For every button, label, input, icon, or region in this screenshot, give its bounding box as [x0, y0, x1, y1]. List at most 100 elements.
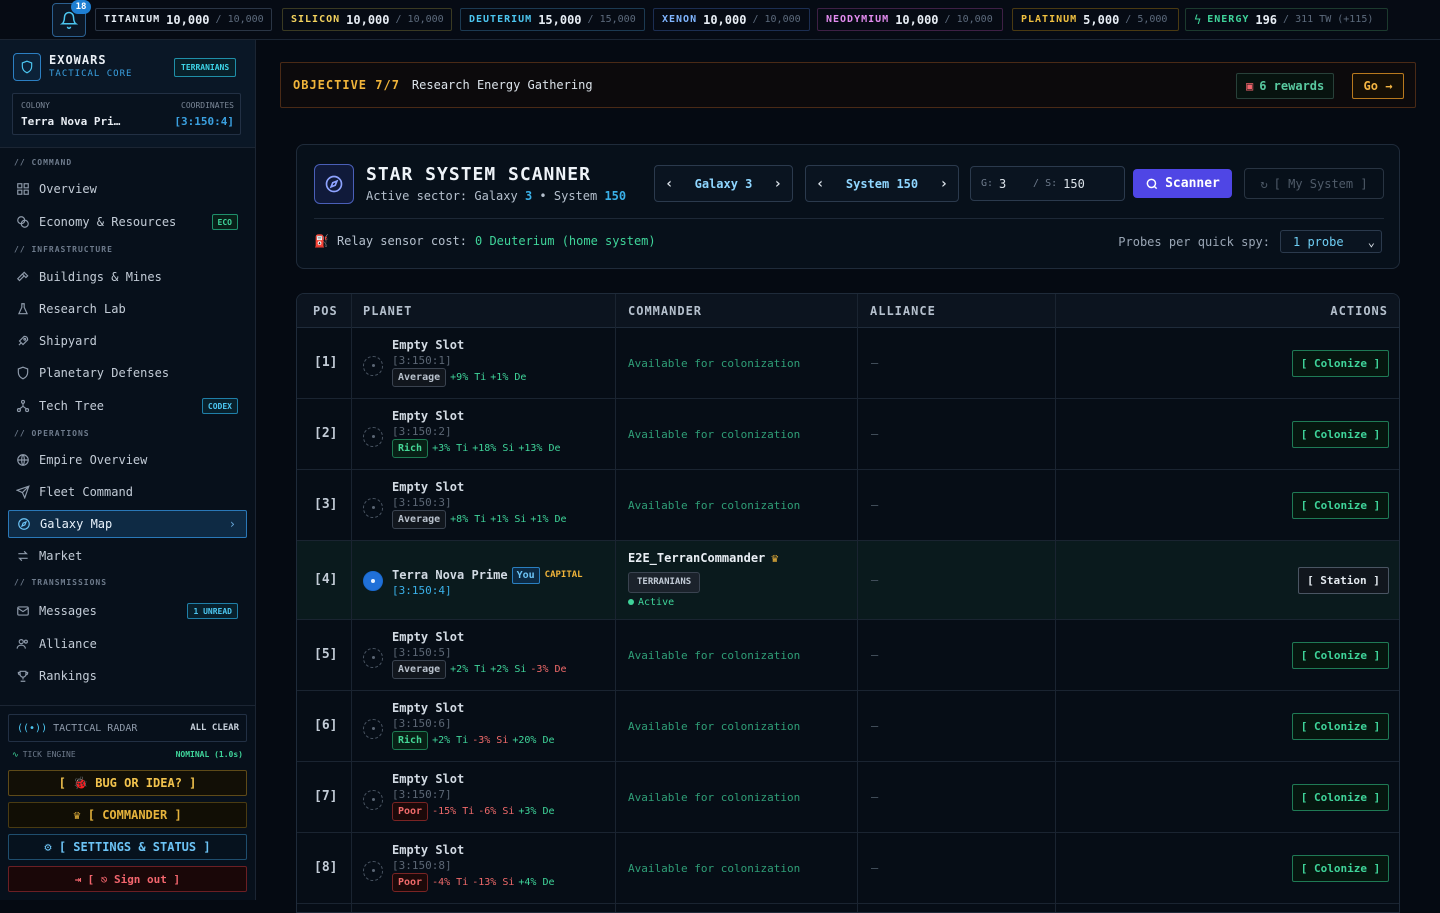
bonus-value: +3% De [518, 805, 555, 817]
unread-badge: 1 UNREAD [187, 603, 238, 619]
availability-text: Available for colonization [628, 719, 801, 733]
planet-coordinates: [3:150:7] [392, 787, 452, 801]
colonize-button[interactable]: [ Colonize ] [1292, 349, 1389, 377]
objective-label: OBJECTIVE 7/7 [293, 78, 400, 92]
my-system-button[interactable]: ↻ [ My System ] [1244, 168, 1384, 199]
fuel-icon: ⛽ [314, 234, 329, 248]
nav-defenses[interactable]: Planetary Defenses [8, 359, 247, 387]
resource-deuterium: DEUTERIUM 15,000 / 15,000 [460, 8, 645, 31]
planet-name: Empty Slot [392, 337, 465, 352]
nav-economy[interactable]: Economy & Resources ECO [8, 208, 247, 236]
resource-value: 10,000 [346, 12, 390, 27]
nav-techtree[interactable]: Tech Tree CODEX [8, 392, 247, 420]
subtitle-galaxy: 3 [524, 189, 533, 203]
quality-badge: Poor [392, 801, 429, 821]
nav-research[interactable]: Research Lab [8, 295, 247, 323]
nav-market[interactable]: Market [8, 542, 247, 570]
nav-shipyard[interactable]: Shipyard [8, 327, 247, 355]
col-commander: COMMANDER [628, 304, 703, 318]
nav-buildings[interactable]: Buildings & Mines [8, 263, 247, 291]
resource-titanium: TITANIUM 10,000 / 10,000 [95, 8, 272, 31]
rewards-button[interactable]: ▣ 6 rewards [1236, 73, 1335, 99]
planet-icon[interactable] [363, 570, 383, 591]
colonize-button[interactable]: [ Colonize ] [1292, 641, 1389, 669]
resource-energy: ϟ ENERGY 196 / 311 TW (+115) [1185, 8, 1388, 31]
system-table: POS PLANET COMMANDER ALLIANCE ACTIONS [1… [296, 293, 1400, 913]
bonus-value: +4% De [518, 876, 555, 888]
nav-fleet[interactable]: Fleet Command [8, 478, 247, 506]
nav-label: Galaxy Map [40, 517, 113, 531]
commander-name[interactable]: E2E_TerranCommander [628, 551, 765, 565]
tick-label: TICK ENGINE [22, 750, 76, 759]
gift-icon: ▣ [1246, 79, 1254, 93]
scanner-button[interactable]: Scanner [1133, 169, 1232, 198]
chevron-right-icon: › [228, 517, 236, 531]
colonize-button[interactable]: [ Colonize ] [1292, 712, 1389, 740]
network-icon [16, 399, 30, 413]
coordinate-input: G: 3 / S: 150 [970, 166, 1125, 201]
colonize-button[interactable]: [ Colonize ] [1292, 491, 1389, 519]
availability-text: Available for colonization [628, 861, 801, 875]
signout-label: [ ⎋ Sign out ] [87, 872, 181, 886]
alliance-empty: — [871, 426, 879, 441]
resource-value: 196 [1255, 12, 1278, 27]
bug-report-button[interactable]: [ 🐞 BUG OR IDEA? ] [8, 770, 247, 796]
probes-select[interactable]: 1 probe ⌄ [1280, 230, 1382, 253]
bonus-value: +8% Ti [450, 513, 487, 525]
notifications-button[interactable]: 18 [52, 0, 91, 37]
you-badge: You [511, 566, 540, 584]
resource-capacity: / 311 TW (+115) [1283, 14, 1374, 25]
resource-platinum: PLATINUM 5,000 / 5,000 [1012, 8, 1179, 31]
colony-name: Terra Nova Pri… [21, 115, 121, 128]
commander-faction-badge: TERRANIANS [628, 571, 701, 593]
colonize-button[interactable]: [ Colonize ] [1292, 783, 1389, 811]
nav-empire[interactable]: Empire Overview [8, 446, 247, 474]
bonus-value: +18% Si [472, 442, 515, 454]
radar-icon: ((•)) [17, 722, 48, 734]
chevron-left-icon[interactable]: ‹ [816, 176, 824, 192]
alliance-empty: — [871, 789, 879, 804]
nav-label: Buildings & Mines [39, 270, 162, 284]
planet-coordinates[interactable]: [3:150:4] [392, 584, 452, 597]
section-transmissions: // TRANSMISSIONS [14, 578, 108, 587]
planet-name[interactable]: Terra Nova Prime [392, 568, 508, 582]
colonize-button[interactable]: [ Colonize ] [1292, 854, 1389, 882]
column-divider [1055, 294, 1056, 912]
signout-button[interactable]: ⇥ [ ⎋ Sign out ] [8, 866, 247, 892]
nav-overview[interactable]: Overview [8, 175, 247, 203]
commander-button[interactable]: ♛ [ COMMANDER ] [8, 802, 247, 828]
quality-badge: Rich [392, 438, 429, 458]
objective-text: Research Energy Gathering [411, 78, 593, 92]
station-button[interactable]: [ Station ] [1298, 566, 1389, 594]
my-system-label: [ My System ] [1273, 176, 1368, 191]
chevron-left-icon[interactable]: ‹ [665, 176, 673, 192]
table-row: [4] Terra Nova Prime You CAPITAL [3:150:4] E2… [297, 541, 1399, 620]
alliance-empty: — [871, 860, 879, 875]
system-input[interactable]: 150 [1063, 177, 1085, 191]
tick-status: NOMINAL (1.0s) [175, 750, 243, 759]
table-row: [3] Empty Slot [3:150:3] Average +8% Ti +1% S… [297, 470, 1399, 541]
rocket-icon [18, 335, 29, 346]
nav-alliance[interactable]: Alliance [8, 630, 247, 658]
tactical-radar[interactable]: ((•)) TACTICAL RADAR ALL CLEAR [8, 714, 247, 742]
bonus-value: +20% De [512, 734, 555, 746]
rewards-label: 6 rewards [1259, 79, 1325, 93]
colonize-button[interactable]: [ Colonize ] [1292, 420, 1389, 448]
nav-messages[interactable]: Messages 1 UNREAD [8, 597, 247, 625]
resource-bonuses: Poor -15% Ti -6% Si +3% De [392, 801, 555, 821]
chevron-right-icon[interactable]: › [774, 176, 782, 192]
go-button[interactable]: Go → [1352, 73, 1404, 99]
nav-label: Messages [39, 604, 97, 618]
row-position: [5] [314, 646, 338, 662]
galaxy-input[interactable]: 3 [999, 177, 1027, 191]
nav-galaxy-map[interactable]: Galaxy Map › [8, 510, 247, 538]
resource-name: NEODYMIUM [826, 14, 890, 25]
colony-selector[interactable]: COLONY COORDINATES Terra Nova Pri… [3:15… [12, 93, 241, 135]
settings-button[interactable]: ⚙ [ SETTINGS & STATUS ] [8, 834, 247, 860]
nav-rankings[interactable]: Rankings [8, 662, 247, 690]
compass-icon [314, 164, 354, 204]
probes-value: 1 probe [1293, 234, 1344, 249]
resource-capacity: / 10,000 [752, 14, 801, 25]
bonus-value: +1% Si [490, 513, 527, 525]
chevron-right-icon[interactable]: › [940, 176, 948, 192]
